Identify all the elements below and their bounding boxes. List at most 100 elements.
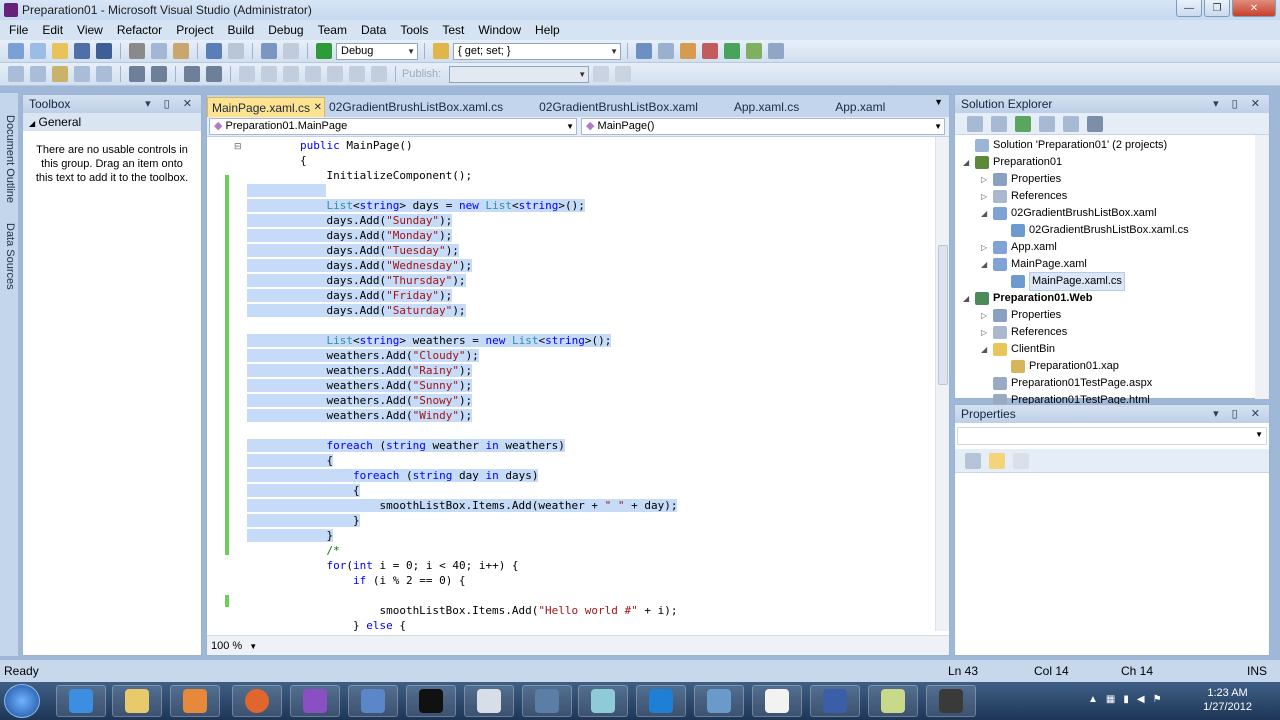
increase-indent-icon[interactable] [151, 66, 167, 82]
save-icon[interactable] [74, 43, 90, 59]
properties-window-icon[interactable] [658, 43, 674, 59]
publish-settings-icon[interactable] [615, 66, 632, 82]
navigate-forward-icon[interactable] [283, 43, 299, 59]
code-line[interactable]: weathers.Add("Sunny"); [247, 378, 473, 393]
vertical-scrollbar[interactable] [935, 137, 949, 631]
navigate-backward-icon[interactable] [261, 43, 277, 59]
solution-tree-item[interactable]: ▷ Properties [981, 307, 1061, 324]
alphabetical-icon[interactable] [989, 452, 1005, 469]
view-code-icon[interactable] [1039, 115, 1055, 132]
code-line[interactable]: days.Add("Saturday"); [247, 303, 466, 318]
code-line[interactable]: weathers.Add("Cloudy"); [247, 348, 479, 363]
expand-toggle-icon[interactable]: ◢ [963, 290, 975, 307]
solution-tree-item[interactable]: ◢ ClientBin [981, 341, 1055, 358]
taskbar-app[interactable] [578, 685, 628, 717]
taskbar-teamviewer[interactable] [636, 685, 686, 717]
solution-tree-item[interactable]: ◢ MainPage.xaml [981, 256, 1087, 273]
tab-gradient-xaml[interactable]: 02GradientBrushListBox.xaml [535, 97, 712, 117]
object-select[interactable]: ▼ [957, 427, 1267, 445]
menu-project[interactable]: Project [169, 20, 220, 40]
tab-list-dropdown-icon[interactable]: ▼ [934, 97, 943, 107]
solution-tree-item[interactable]: Preparation01.xap [999, 358, 1119, 375]
show-all-files-icon[interactable] [991, 115, 1007, 132]
menu-build[interactable]: Build [221, 20, 262, 40]
code-line[interactable]: days.Add("Monday"); [247, 228, 453, 243]
previous-bookmark-icon[interactable] [261, 66, 277, 82]
tab-app-xaml[interactable]: App.xaml [831, 97, 899, 117]
undo-icon[interactable] [206, 43, 222, 59]
solution-tree-item[interactable]: 02GradientBrushListBox.xaml.cs [999, 222, 1189, 239]
code-line[interactable]: /* [247, 543, 339, 558]
menu-file[interactable]: File [2, 20, 35, 40]
clock[interactable]: 1:23 AM 1/27/2012 [1203, 686, 1252, 714]
menu-debug[interactable]: Debug [261, 20, 310, 40]
class-diagram-icon[interactable] [1087, 115, 1103, 132]
code-line[interactable]: days.Add("Sunday"); [247, 213, 453, 228]
copy-icon[interactable] [151, 43, 167, 59]
open-file-icon[interactable] [52, 43, 68, 59]
menu-edit[interactable]: Edit [35, 20, 70, 40]
code-line[interactable]: if (i % 2 == 0) { [247, 573, 466, 588]
code-line[interactable]: days.Add("Friday"); [247, 288, 453, 303]
menu-view[interactable]: View [70, 20, 110, 40]
taskbar-visual-studio[interactable] [348, 685, 398, 717]
solution-tree-item[interactable]: Solution 'Preparation01' (2 projects) [963, 137, 1167, 154]
find-combo[interactable]: { get; set; } ▼ [453, 42, 621, 60]
parameter-info-icon[interactable] [30, 66, 46, 82]
close-button[interactable]: ✕ [1232, 0, 1276, 17]
scroll-thumb[interactable] [938, 245, 948, 385]
previous-bookmark-folder-icon[interactable] [305, 66, 321, 82]
display-word-icon[interactable] [96, 66, 112, 82]
start-button[interactable] [4, 684, 40, 718]
close-icon[interactable]: ✕ [314, 98, 322, 118]
code-line[interactable]: List<string> days = new List<string>(); [247, 198, 585, 213]
find-in-files-icon[interactable] [433, 43, 449, 59]
taskbar-firefox[interactable] [232, 685, 282, 717]
object-browser-icon[interactable] [680, 43, 696, 59]
toolbox-group-general[interactable]: ◢ General [23, 113, 201, 131]
code-line[interactable]: { [247, 483, 360, 498]
code-line[interactable]: days.Add("Wednesday"); [247, 258, 473, 273]
bookmark-icon[interactable] [239, 66, 255, 82]
taskbar-ie[interactable] [56, 685, 106, 717]
refresh-icon[interactable] [1015, 115, 1031, 132]
maximize-button[interactable]: ❐ [1204, 0, 1230, 17]
new-project-icon[interactable] [8, 43, 24, 59]
solution-tree-item[interactable]: ▷ App.xaml [981, 239, 1057, 256]
code-line[interactable]: smoothListBox.Items.Add(weather + " " + … [247, 498, 678, 513]
expand-toggle-icon[interactable]: ▷ [981, 239, 993, 256]
taskbar-cmd[interactable] [406, 685, 456, 717]
panel-buttons[interactable]: ▾ ▯ ✕ [1213, 95, 1265, 113]
code-area[interactable]: public MainPage() { InitializeComponent(… [207, 137, 937, 631]
start-page-icon[interactable] [724, 43, 740, 59]
code-line[interactable]: weathers.Add("Windy"); [247, 408, 473, 423]
code-line[interactable]: List<string> weathers = new List<string>… [247, 333, 612, 348]
solution-tree-item[interactable]: ◢ Preparation01 [963, 154, 1062, 171]
solution-tree-item[interactable]: MainPage.xaml.cs [999, 272, 1125, 291]
menu-tools[interactable]: Tools [393, 20, 435, 40]
taskbar-network[interactable] [694, 685, 744, 717]
code-line[interactable]: weathers.Add("Snowy"); [247, 393, 473, 408]
minimize-button[interactable]: — [1176, 0, 1202, 17]
type-select[interactable]: ◆ Preparation01.MainPage ▼ [209, 118, 577, 135]
taskbar-explorer[interactable] [112, 685, 162, 717]
complete-word-icon[interactable] [74, 66, 90, 82]
code-line[interactable]: days.Add("Tuesday"); [247, 243, 459, 258]
chevron-down-icon[interactable]: ▼ [249, 642, 257, 651]
taskbar-infinity[interactable] [810, 685, 860, 717]
taskbar-postgres[interactable] [522, 685, 572, 717]
zoom-level[interactable]: 100 % [211, 640, 242, 652]
menu-help[interactable]: Help [528, 20, 567, 40]
categorized-icon[interactable] [965, 452, 981, 469]
expand-toggle-icon[interactable]: ▷ [981, 171, 993, 188]
taskbar-media[interactable] [170, 685, 220, 717]
publish-select[interactable]: ▼ [449, 65, 590, 83]
menu-team[interactable]: Team [311, 20, 354, 40]
taskbar-recorder[interactable] [926, 685, 976, 717]
taskbar-odf[interactable] [752, 685, 802, 717]
next-bookmark-folder-icon[interactable] [327, 66, 343, 82]
code-line[interactable]: InitializeComponent(); [247, 168, 472, 183]
power-icon[interactable]: ▮ [1123, 694, 1129, 705]
start-debugging-icon[interactable] [316, 43, 332, 59]
taskbar-yahoo[interactable] [290, 685, 340, 717]
